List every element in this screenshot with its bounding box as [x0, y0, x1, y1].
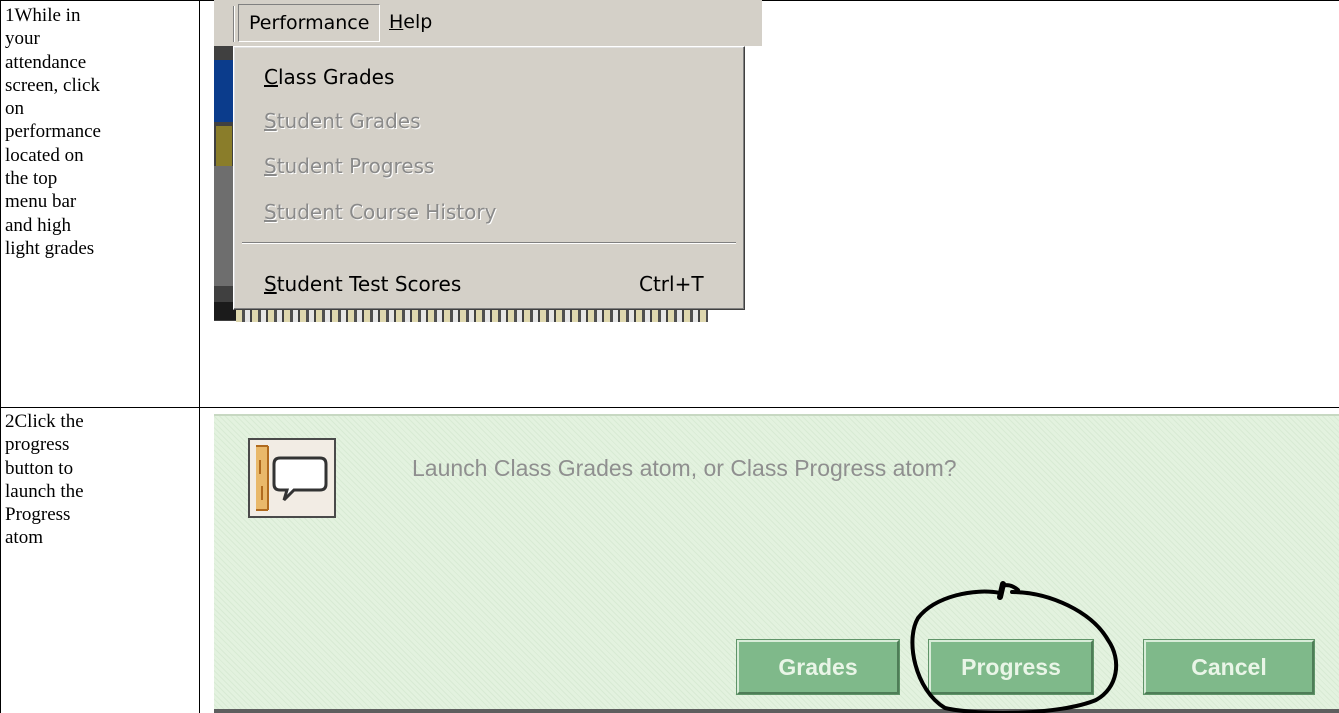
dialog-bottom-edge — [214, 709, 1339, 713]
menu-item-student-progress: Student Progress — [264, 151, 434, 181]
menu-help-key: H — [389, 11, 404, 33]
table-row-divider — [0, 407, 1339, 408]
menu-item-student-grades: Student Grades — [264, 106, 421, 136]
performance-dropdown-menu: Class Grades Student Grades Student Prog… — [233, 46, 745, 310]
background-text-fragment — [216, 126, 232, 166]
menu-item-student-grades-key: S — [264, 109, 277, 133]
table-border-left — [0, 0, 1, 713]
step-1-text: 1While in your attendance screen, click … — [5, 5, 101, 259]
speech-bubble-icon — [248, 438, 336, 518]
menu-item-class-grades-key: C — [264, 65, 278, 89]
menu-bar-separator-highlight — [234, 6, 235, 42]
step-2-text: 2Click the progress button to launch the… — [5, 411, 84, 549]
menu-item-student-test-scores[interactable]: Student Test Scores — [264, 269, 461, 299]
menu-bar: Performance Help — [214, 0, 762, 46]
menu-separator-highlight — [242, 243, 736, 244]
menu-item-student-test-scores-label: tudent Test Scores — [276, 272, 462, 296]
menu-item-class-grades-label: lass Grades — [277, 65, 395, 89]
menu-help-label: elp — [403, 11, 433, 33]
cancel-button[interactable]: Cancel — [1143, 639, 1315, 695]
menu-item-student-course-history-label: tudent Course History — [276, 200, 497, 224]
menu-item-student-grades-label: tudent Grades — [276, 109, 421, 133]
dialog-message: Launch Class Grades atom, or Class Progr… — [412, 455, 957, 481]
menu-performance[interactable]: Performance — [238, 4, 381, 42]
menu-item-student-course-history: Student Course History — [264, 197, 496, 227]
menu-item-student-progress-key: S — [264, 154, 277, 178]
menu-help[interactable]: Help — [379, 4, 442, 40]
grades-button[interactable]: Grades — [736, 639, 900, 695]
dialog-top-edge — [214, 414, 1339, 416]
menu-item-student-course-history-key: S — [264, 200, 277, 224]
menu-item-class-grades[interactable]: Class Grades — [264, 62, 394, 92]
table-column-divider — [199, 0, 200, 713]
menu-item-student-test-scores-key: S — [264, 272, 277, 296]
menu-item-student-progress-label: tudent Progress — [276, 154, 435, 178]
speech-bubble-icon-graphic — [256, 445, 328, 511]
shortcut-ctrl-t: Ctrl+T — [639, 272, 704, 296]
progress-button[interactable]: Progress — [928, 639, 1094, 695]
